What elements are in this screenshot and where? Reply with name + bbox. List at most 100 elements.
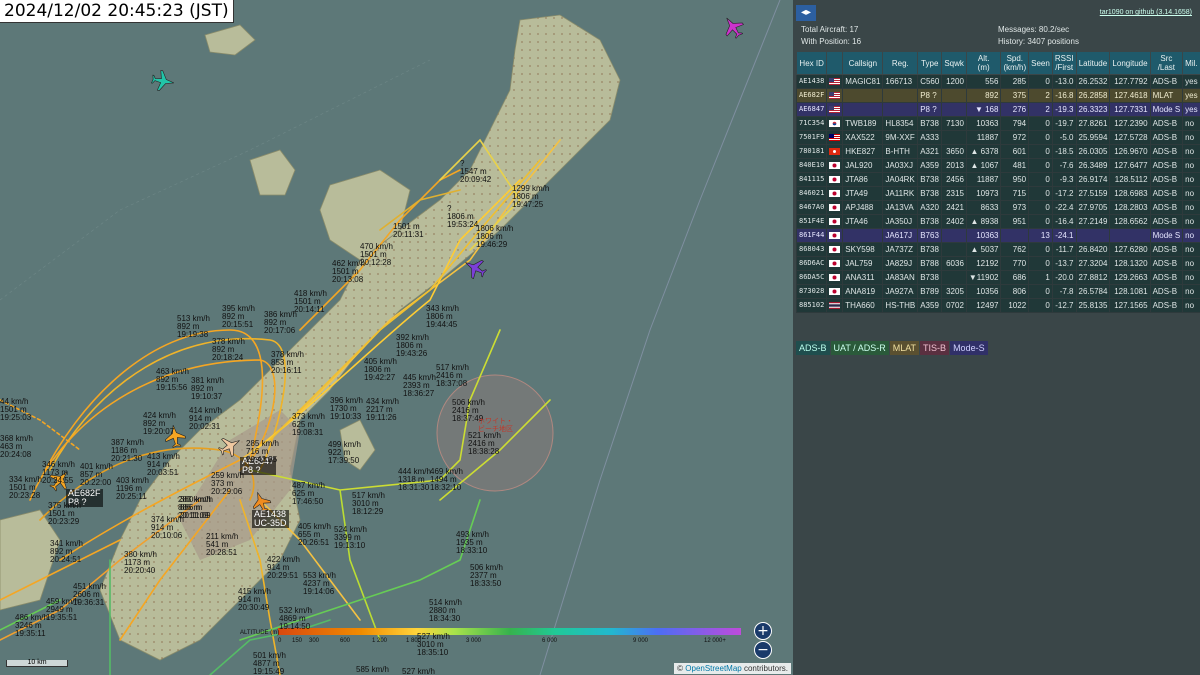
table-row[interactable]: 841115 JTA86 JA04RK B738 2456 11887 950 0 -9.3 26… — [795, 172, 1200, 187]
cell-mil: no — [1182, 242, 1200, 257]
cell-seen: 0 — [1028, 214, 1053, 229]
column-header[interactable]: Longitude — [1109, 51, 1151, 75]
table-row[interactable]: 8467A0 APJ488 JA13VA A320 2421 8633 973 0 -22.4 2… — [795, 200, 1200, 215]
cell-type: B738 — [917, 116, 943, 131]
column-header[interactable]: Callsign — [842, 51, 884, 75]
cell-seen: 0 — [1028, 242, 1053, 257]
table-row[interactable]: 861F44 JA617J B763 10363 13 -24.1 Mode Sno — [795, 228, 1200, 243]
column-header[interactable]: Latitude — [1075, 51, 1111, 75]
table-row[interactable]: 7501F9 XAX522 9M-XXF A333 11887 972 0 -5.0 25.95… — [795, 130, 1200, 145]
legend-item[interactable]: UAT / ADS-R — [830, 341, 889, 355]
cell-lon: 128.6983 — [1109, 186, 1151, 201]
track-label: 469 km/h 1494 m 18:32:10 — [430, 467, 463, 492]
legend-item[interactable]: Mode-S — [950, 341, 988, 355]
column-header[interactable]: Mil. — [1182, 51, 1200, 75]
cell-src: Mode S — [1149, 228, 1184, 243]
altitude-tick: 3 000 — [466, 638, 482, 644]
column-header[interactable]: Hex ID — [795, 51, 828, 75]
column-header[interactable]: Sqwk — [941, 51, 967, 75]
cell-type: B763 — [917, 228, 943, 243]
flag-icon — [826, 172, 844, 187]
legend-item[interactable]: TIS-B — [920, 341, 950, 355]
github-link[interactable]: tar1090 on github (3.14.1658) — [1100, 9, 1192, 16]
cell-src: ADS-B — [1149, 130, 1184, 145]
cell-mil: yes — [1182, 88, 1200, 103]
cell-sq: 6036 — [941, 256, 967, 271]
flag-icon — [826, 284, 844, 299]
cell-sq: 3650 — [941, 144, 967, 159]
track-label: ? 1806 m 19:53:24 — [447, 204, 479, 229]
zoom-in-button[interactable]: + — [754, 622, 772, 640]
track-label: 462 km/h 1501 m 20:13:08 — [332, 259, 365, 284]
track-label: 387 km/h 1186 m 20:21:30 — [111, 438, 144, 463]
flag-icon — [826, 144, 844, 159]
cell-lat: 26.5784 — [1075, 284, 1111, 299]
cell-sq: 3205 — [941, 284, 967, 299]
column-header[interactable]: Spd. (km/h) — [1000, 51, 1030, 75]
table-row[interactable]: 86D6AC JAL759 JA829J B788 6036 12192 770 0 -13.7… — [795, 256, 1200, 271]
panel-toggle-button[interactable]: ◂▸ — [796, 5, 816, 21]
cell-call: ANA311 — [842, 270, 884, 285]
cell-alt: 10356 — [965, 284, 1002, 299]
track-label: 285 km/h 716 m 20:43:35 — [246, 439, 279, 464]
flag-icon — [826, 116, 844, 131]
cell-type: P8 ? — [917, 88, 943, 103]
cell-lon: 129.2663 — [1109, 270, 1151, 285]
track-label: 334 km/h 1501 m 20:23:28 — [9, 475, 42, 500]
table-row[interactable]: AE682F P8 ? 892 375 2 -16.8 26.2858 127.4618 MLA… — [795, 88, 1200, 103]
aircraft-icon[interactable] — [150, 68, 176, 94]
cell-call: MAGIC81 — [842, 74, 884, 89]
column-header[interactable]: Src /Last — [1149, 51, 1184, 75]
cell-type: A359 — [917, 158, 943, 173]
column-header[interactable]: RSSI /First — [1051, 51, 1077, 75]
track-label: 424 km/h 892 m 19:20:07 — [143, 411, 176, 436]
aircraft-icon[interactable] — [720, 14, 746, 40]
track-label: 373 km/h 625 m 19:08:31 — [292, 412, 325, 437]
cell-mil: no — [1182, 256, 1200, 271]
table-row[interactable]: 780181 HKE827 B-HTH A321 3650 ▲ 6378 601 0 -18.5… — [795, 144, 1200, 159]
table-row[interactable]: 885102 THA660 HS-THB A359 0702 12497 1022 0 -12.… — [795, 298, 1200, 313]
column-header[interactable]: Alt. (m) — [965, 51, 1002, 75]
aircraft-label[interactable]: AE1438 UC-35D — [252, 510, 289, 528]
aircraft-icon-ae6847[interactable] — [218, 434, 242, 458]
table-row[interactable]: 86DA5C ANA311 JA83AN B738 ▼11902 686 1 -20.0 27.… — [795, 270, 1200, 285]
cell-call: SKY598 — [842, 242, 884, 257]
column-header[interactable]: Type — [917, 51, 943, 75]
table-row[interactable]: 873028 ANA819 JA927A B789 3205 10356 806 0 -7.8 2… — [795, 284, 1200, 299]
table-row[interactable]: 846021 JTA49 JA11RK B738 2315 10973 715 0 -17.2 2… — [795, 186, 1200, 201]
map-view[interactable]: AE6847 P8 ? AE682F P8 ? AE1438 UC-35D ? 154… — [0, 0, 793, 675]
cell-spd: 481 — [1000, 158, 1030, 173]
zoom-out-button[interactable]: − — [754, 641, 772, 659]
cell-lon: 127.2390 — [1109, 116, 1151, 131]
column-header[interactable] — [826, 51, 844, 75]
total-aircraft-stat: Total Aircraft: 17 — [801, 25, 858, 34]
table-row[interactable]: AE6847 P8 ? ▼ 168 276 2 -19.3 26.3323 127.7331 M… — [795, 102, 1200, 117]
cell-reg: JA737Z — [882, 242, 919, 257]
table-row[interactable]: 71C354 TWB189 HL8354 B738 7130 10363 794 0 -19.7… — [795, 116, 1200, 131]
aircraft-icon[interactable] — [463, 256, 487, 280]
cell-mil: no — [1182, 186, 1200, 201]
cell-alt: ▼ 168 — [965, 102, 1002, 117]
openstreetmap-link[interactable]: OpenStreetMap — [685, 664, 741, 673]
table-row[interactable]: 868043 SKY598 JA737Z B738 ▲ 5037 762 0 -11.7 26.… — [795, 242, 1200, 257]
legend-item[interactable]: ADS-B — [796, 341, 830, 355]
cell-reg: 9M-XXF — [882, 130, 919, 145]
cell-lat: 27.8261 — [1075, 116, 1111, 131]
cell-sq: 2421 — [941, 200, 967, 215]
cell-call: APJ488 — [842, 200, 884, 215]
cell-reg — [882, 102, 919, 117]
cell-rssi: -24.1 — [1051, 228, 1077, 243]
cell-type: B738 — [917, 214, 943, 229]
legend-item[interactable]: MLAT — [889, 341, 920, 355]
total-aircraft-value: 17 — [849, 25, 859, 34]
table-row[interactable]: 851F4E JTA46 JA350J B738 2402 ▲ 8938 951 0 -16.4… — [795, 214, 1200, 229]
scale-bar: 10 km — [6, 659, 68, 667]
column-header[interactable]: Reg. — [882, 51, 919, 75]
column-header[interactable]: Seen — [1028, 51, 1053, 75]
cell-type: C560 — [917, 74, 943, 89]
table-row[interactable]: AE1438 MAGIC81 166713 C560 1200 556 285 0 -13.0 2… — [795, 74, 1200, 89]
cell-alt: 12192 — [965, 256, 1002, 271]
table-row[interactable]: 840E10 JAL920 JA03XJ A359 2013 ▲ 1067 481 0 -7.6… — [795, 158, 1200, 173]
flag-icon — [826, 102, 844, 117]
altitude-tick: 1 800 — [406, 638, 422, 644]
